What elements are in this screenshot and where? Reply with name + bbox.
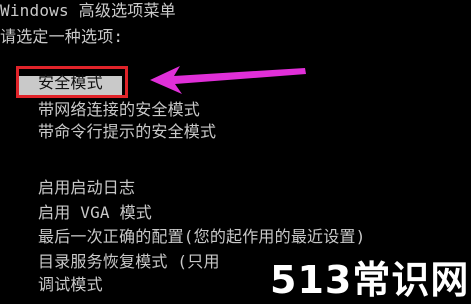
menu-prompt: 请选定一种选项: xyxy=(0,27,124,46)
menu-title: Windows 高级选项菜单 xyxy=(0,1,176,20)
menu-item-directory-restore[interactable]: 目录服务恢复模式 (只用 xyxy=(38,251,220,273)
pointer-arrow-icon xyxy=(150,66,306,94)
boot-menu-screen: Windows 高级选项菜单 请选定一种选项: 安全模式 带网络连接的安全模式 … xyxy=(0,0,471,302)
menu-item-debugging-mode[interactable]: 调试模式 xyxy=(38,274,103,296)
menu-item-safe-mode-networking[interactable]: 带网络连接的安全模式 xyxy=(38,99,200,121)
watermark-text: 513常识网 xyxy=(270,258,470,302)
red-highlight-box xyxy=(16,66,128,98)
menu-item-safe-mode-command-prompt[interactable]: 带命令行提示的安全模式 xyxy=(38,121,216,143)
menu-item-vga-mode[interactable]: 启用 VGA 模式 xyxy=(38,202,152,224)
menu-item-boot-logging[interactable]: 启用启动日志 xyxy=(38,177,135,199)
watermark: 513常识网 xyxy=(260,243,471,302)
